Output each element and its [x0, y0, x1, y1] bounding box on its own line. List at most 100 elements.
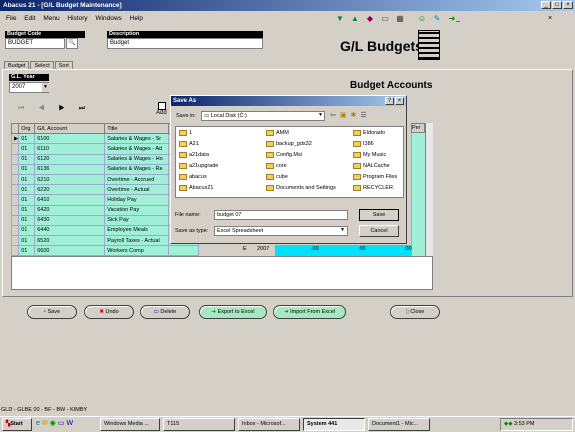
taskbar-item-system-441[interactable]: System 441 [303, 418, 365, 431]
folder-item[interactable]: RECYCLER [353, 184, 393, 193]
exit-icon[interactable]: ➜ [445, 12, 459, 25]
dialog-save-button[interactable]: Save [359, 209, 399, 221]
folder-item[interactable]: A21 [179, 140, 199, 149]
table-row[interactable]: 01 6600 Workers Comp [10, 245, 200, 257]
folder-item[interactable]: Config.Msi [266, 151, 302, 160]
cell-account[interactable]: 6420 [34, 204, 106, 216]
start-button[interactable]: ▚Start [2, 418, 32, 431]
cell-account[interactable]: 6136 [34, 163, 106, 175]
arrow-up-icon[interactable]: ▲ [348, 12, 362, 25]
chevron-down-icon[interactable]: ▼ [42, 83, 49, 92]
cell-account[interactable]: 6210 [34, 173, 106, 186]
outlook-icon[interactable]: ✉ [42, 420, 50, 427]
row-selector[interactable] [10, 204, 20, 216]
cell-account[interactable]: 6100 [34, 133, 106, 145]
new-folder-icon[interactable]: ✱ [351, 112, 361, 119]
cell-title[interactable]: Salaries & Wages - Sr [104, 133, 170, 145]
cell-account[interactable]: 6600 [34, 245, 106, 257]
media-icon[interactable]: ◉ [50, 420, 58, 427]
taskbar-item-windows-media[interactable]: Windows Media ... [100, 418, 160, 431]
folder-item[interactable]: Documents and Settings [266, 184, 336, 193]
row-selector[interactable]: ▶ [10, 133, 20, 145]
tab-select[interactable]: Select [30, 61, 54, 69]
maximize-button[interactable]: □ [552, 1, 562, 9]
cell-org[interactable]: 01 [18, 214, 36, 226]
cell-title[interactable]: Salaries & Wages - Re [104, 163, 170, 175]
lookup-icon[interactable]: 🔍 [66, 38, 78, 49]
row-selector[interactable] [10, 194, 20, 206]
col-title[interactable]: Title [104, 122, 170, 135]
cell-title[interactable]: Workers Comp [104, 245, 170, 257]
export-excel-button[interactable]: ➜ Export to Excel [199, 305, 267, 319]
row-selector[interactable] [10, 235, 20, 247]
folder-item[interactable]: cube [266, 173, 288, 182]
cell-title[interactable]: Overtime - Accrued [104, 173, 170, 186]
save-button[interactable]: ▪ Save [27, 305, 77, 319]
cell-title[interactable]: Holiday Pay [104, 194, 170, 206]
menu-file[interactable]: File [6, 15, 16, 22]
folder-item[interactable]: Abacus21 [179, 184, 213, 193]
cell-blank[interactable] [168, 245, 200, 257]
cell-account[interactable]: 6410 [34, 194, 106, 206]
menu-history[interactable]: History [67, 15, 87, 22]
chevron-down-icon[interactable]: ▼ [340, 227, 345, 233]
last-record-icon[interactable]: ⏭ [79, 105, 99, 112]
gem-icon[interactable]: ◆ [363, 12, 377, 25]
up-folder-icon[interactable]: ▣ [340, 112, 351, 119]
cell-account[interactable]: 6520 [34, 235, 106, 247]
chevron-down-icon[interactable]: ▼ [318, 112, 323, 118]
cell-title[interactable]: Salaries & Wages - Ho [104, 153, 170, 165]
save-type-select[interactable]: Excel Spreadsheet [214, 226, 348, 236]
row-selector[interactable] [10, 245, 20, 257]
printer-icon[interactable]: ▭ [378, 12, 392, 25]
grid-scrollbar[interactable] [425, 123, 433, 256]
import-excel-button[interactable]: ➜ Import From Excel [273, 305, 346, 319]
views-icon[interactable]: ☰ [360, 112, 370, 119]
row-selector[interactable] [10, 184, 20, 196]
row-selector[interactable] [10, 163, 20, 175]
folder-item[interactable]: core [266, 162, 287, 171]
calculator-icon[interactable]: ▦ [393, 12, 407, 25]
close-button[interactable]: ▯ Close [390, 305, 440, 319]
dialog-close-button[interactable]: × [395, 97, 404, 105]
cell-org[interactable]: 01 [18, 184, 36, 196]
next-record-icon[interactable]: ▶ [59, 105, 79, 112]
dialog-help-button[interactable]: ? [385, 97, 394, 105]
person-icon[interactable]: ☺ [415, 12, 429, 25]
folder-item[interactable]: My Music [353, 151, 386, 160]
cell-org[interactable]: 01 [18, 235, 36, 247]
prev-record-icon[interactable]: ◀ [38, 105, 58, 112]
taskbar-item-document1[interactable]: Document1 - Mic... [368, 418, 430, 431]
taskbar-item-t115[interactable]: T115 [163, 418, 235, 431]
dialog-cancel-button[interactable]: Cancel [359, 225, 399, 237]
tab-sort[interactable]: Sort [54, 61, 73, 69]
row-selector[interactable] [10, 173, 20, 186]
cell-org[interactable]: 01 [18, 163, 36, 175]
close-window-button[interactable]: × [563, 1, 573, 9]
folder-item[interactable]: a21data [179, 151, 209, 160]
menu-menu[interactable]: Menu [43, 15, 59, 22]
cell-title[interactable]: Sick Pay [104, 214, 170, 226]
file-name-input[interactable]: budget 07 [214, 210, 348, 220]
cell-org[interactable]: 01 [18, 194, 36, 206]
folder-item[interactable]: I386 [353, 140, 374, 149]
wrench-icon[interactable]: ✎ [430, 12, 444, 25]
menu-help[interactable]: Help [130, 15, 143, 22]
folder-item[interactable]: Program Files [353, 173, 397, 182]
delete-button[interactable]: ▭ Delete [140, 305, 190, 319]
undo-button[interactable]: ✖ Undo [84, 305, 134, 319]
cell-org[interactable]: 01 [18, 133, 36, 145]
cell-title[interactable]: Payroll Taxes - Actual [104, 235, 170, 247]
cell-account[interactable]: 6440 [34, 224, 106, 237]
cell-org[interactable]: 01 [18, 173, 36, 186]
cell-org[interactable]: 01 [18, 245, 36, 257]
folder-item[interactable]: abacus [179, 173, 207, 182]
row-selector[interactable] [10, 143, 20, 155]
cell-org[interactable]: 01 [18, 153, 36, 165]
minimize-button[interactable]: _ [541, 1, 551, 9]
word-icon[interactable]: W [67, 420, 76, 427]
budget-code-field[interactable]: BUDGET [5, 38, 65, 49]
add-button[interactable]: Add [156, 102, 167, 116]
cell-org[interactable]: 01 [18, 143, 36, 155]
cell-title[interactable]: Salaries & Wages - Ad [104, 143, 170, 155]
